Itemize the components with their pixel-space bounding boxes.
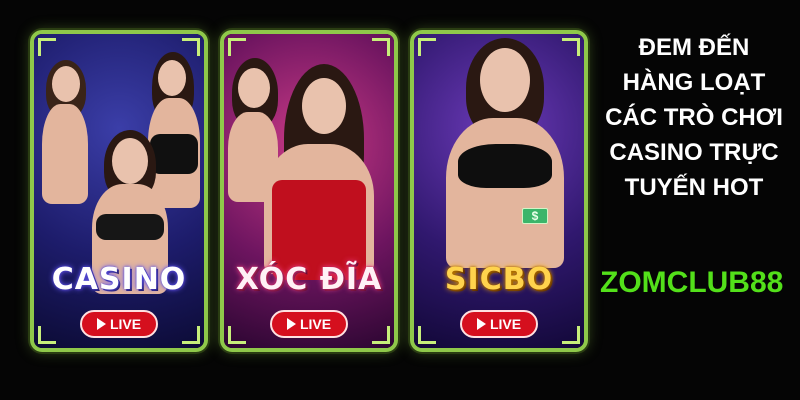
headline-line: CASINO TRỰC	[609, 139, 779, 166]
play-icon	[286, 318, 296, 330]
headline-line: TUYẾN HOT	[624, 174, 764, 201]
frame-corner	[182, 38, 200, 56]
live-label: LIVE	[299, 316, 332, 332]
sicbo-live-button[interactable]: LIVE	[460, 310, 538, 338]
frame-corner	[38, 326, 56, 344]
xoc-dia-title: XÓC ĐĨA	[235, 262, 383, 297]
frame-corner	[182, 326, 200, 344]
promo-headline: ĐEM ĐẾN HÀNG LOẠT CÁC TRÒ CHƠI CASINO TR…	[596, 30, 792, 205]
live-label: LIVE	[109, 316, 142, 332]
headline-line: HÀNG LOẠT	[622, 69, 766, 96]
frame-corner	[372, 326, 390, 344]
headline-line: CÁC TRÒ CHƠI	[605, 104, 783, 131]
xoc-dia-live-button[interactable]: LIVE	[270, 310, 348, 338]
frame-corner	[418, 326, 436, 344]
frame-corner	[38, 38, 56, 56]
frame-corner	[372, 38, 390, 56]
xoc-dia-card[interactable]: XÓC ĐĨA LIVE	[220, 30, 398, 352]
casino-live-button[interactable]: LIVE	[80, 310, 158, 338]
headline-line: ĐEM ĐẾN	[638, 34, 750, 61]
cash-icon: $	[522, 208, 548, 224]
sicbo-title: SICBO	[444, 262, 554, 297]
live-label: LIVE	[489, 316, 522, 332]
sicbo-card[interactable]: $ SICBO LIVE	[410, 30, 588, 352]
casino-card[interactable]: CASINO LIVE	[30, 30, 208, 352]
brand-name: ZOMCLUB88	[600, 266, 784, 299]
frame-corner	[228, 38, 246, 56]
frame-corner	[418, 38, 436, 56]
frame-corner	[562, 326, 580, 344]
frame-corner	[228, 326, 246, 344]
casino-title: CASINO	[51, 262, 187, 297]
play-icon	[476, 318, 486, 330]
play-icon	[96, 318, 106, 330]
frame-corner	[562, 38, 580, 56]
